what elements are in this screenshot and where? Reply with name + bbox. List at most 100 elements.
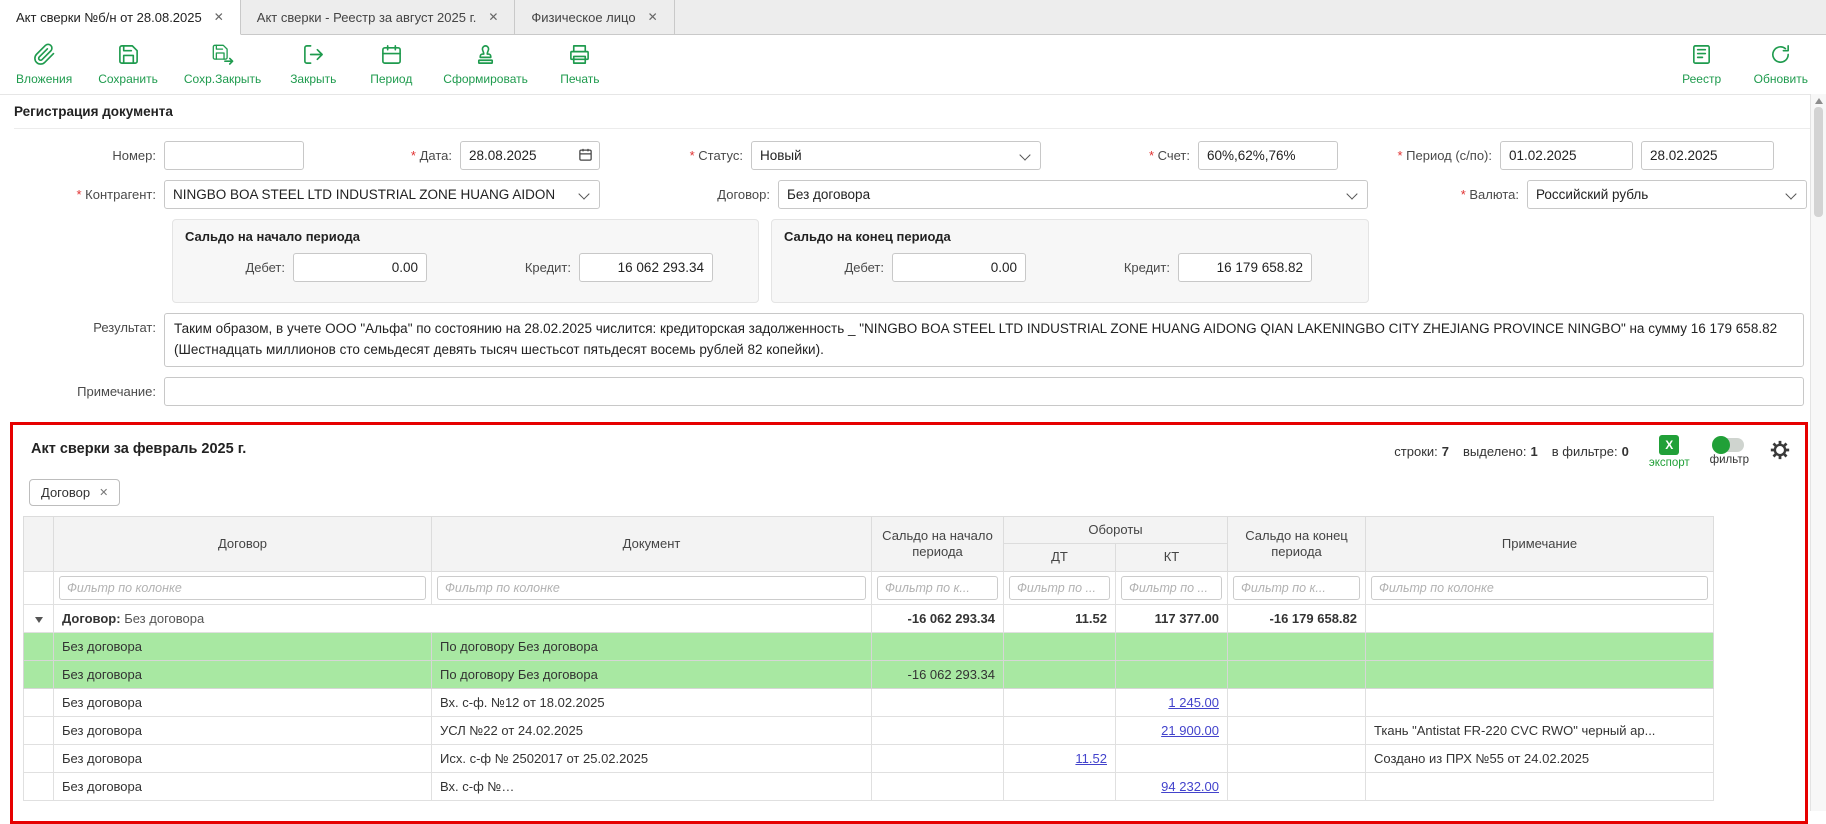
filter-input-kt[interactable] <box>1121 576 1222 600</box>
table-row[interactable]: Без договора УСЛ №22 от 24.02.2025 21 90… <box>24 716 1714 744</box>
expander-cell <box>24 604 54 632</box>
tab-label: Физическое лицо <box>531 10 635 25</box>
tab-fizlico[interactable]: Физическое лицо ✕ <box>515 0 674 34</box>
contract-cell: Без договора <box>54 716 432 744</box>
reconciliation-table: Договор Документ Сальдо на начало период… <box>23 516 1714 801</box>
settings-button[interactable] <box>1769 435 1791 464</box>
column-header-saldo-start[interactable]: Сальдо на начало периода <box>872 517 1004 572</box>
calendar-icon[interactable] <box>578 147 593 165</box>
close-icon[interactable]: ✕ <box>648 10 658 24</box>
gear-icon <box>1769 449 1791 464</box>
result-field[interactable]: Таким образом, в учете ООО "Альфа" по со… <box>164 313 1804 367</box>
group-chip-contract[interactable]: Договор ✕ <box>29 479 120 506</box>
tab-act-sverki[interactable]: Акт сверки №б/н от 28.08.2025 ✕ <box>0 0 241 35</box>
column-header-note[interactable]: Примечание <box>1366 517 1714 572</box>
amount-link[interactable]: 94 232.00 <box>1161 779 1219 794</box>
export-button[interactable]: X экспорт <box>1649 435 1690 469</box>
credit-start-field[interactable] <box>579 253 713 282</box>
contract-select[interactable]: Без договора <box>778 180 1368 209</box>
toggle-knob-icon <box>1712 436 1730 454</box>
saldo-end-cell <box>1228 716 1366 744</box>
table-row[interactable]: Без договора По договору Без договора <box>24 632 1714 660</box>
kt-cell: 21 900.00 <box>1116 716 1228 744</box>
grouping-row: Договор ✕ <box>13 471 1805 516</box>
filter-input-note[interactable] <box>1371 576 1708 600</box>
saldo-end-cell <box>1228 660 1366 688</box>
save-button[interactable]: Сохранить <box>98 43 158 86</box>
excel-export-icon: X <box>1659 435 1679 455</box>
saldo-start-title: Сальдо на начало периода <box>185 229 746 244</box>
collapse-arrow-icon[interactable] <box>35 617 43 623</box>
grid-stats: строки:7 выделено:1 в фильтре:0 <box>1394 435 1629 459</box>
table-row[interactable]: Без договора Вх. с-ф №… 94 232.00 <box>24 772 1714 800</box>
registry-button[interactable]: Реестр <box>1676 43 1728 86</box>
date-field-wrap <box>460 141 600 170</box>
refresh-icon <box>1769 43 1792 69</box>
debit-end-field[interactable] <box>892 253 1026 282</box>
filter-input-document[interactable] <box>437 576 866 600</box>
filter-input-saldo-start[interactable] <box>877 576 998 600</box>
column-header-contract[interactable]: Договор <box>54 517 432 572</box>
counterparty-select[interactable]: NINGBO BOA STEEL LTD INDUSTRIAL ZONE HUA… <box>164 180 600 209</box>
period-to-field[interactable] <box>1641 141 1774 170</box>
filter-cell <box>432 571 872 604</box>
save-close-button[interactable]: Сохр.Закрыть <box>184 43 261 86</box>
saldo-start-cell <box>872 688 1004 716</box>
kt-cell <box>1116 632 1228 660</box>
note-cell <box>1366 772 1714 800</box>
table-row[interactable]: Без договора По договору Без договора -1… <box>24 660 1714 688</box>
scrollbar-thumb[interactable] <box>1814 107 1823 217</box>
period-from-field[interactable] <box>1500 141 1633 170</box>
print-button[interactable]: Печать <box>554 43 606 86</box>
table-row[interactable]: Без договора Исх. с-ф № 2502017 от 25.02… <box>24 744 1714 772</box>
group-dt-cell: 11.52 <box>1004 604 1116 632</box>
grid-header: Акт сверки за февраль 2025 г. строки:7 в… <box>13 425 1805 471</box>
refresh-button[interactable]: Обновить <box>1754 43 1808 86</box>
toolbar: Вложения Сохранить Сохр.Закрыть Закрыть … <box>0 35 1826 95</box>
note-cell <box>1366 632 1714 660</box>
vertical-scrollbar[interactable] <box>1810 94 1826 811</box>
close-icon[interactable]: ✕ <box>488 10 498 24</box>
group-row[interactable]: Договор: Без договора -16 062 293.34 11.… <box>24 604 1714 632</box>
filter-toggle[interactable] <box>1714 438 1744 452</box>
close-icon[interactable]: ✕ <box>99 486 108 499</box>
column-header-document[interactable]: Документ <box>432 517 872 572</box>
export-label: экспорт <box>1649 457 1690 469</box>
period-button[interactable]: Период <box>365 43 417 86</box>
credit-end-field[interactable] <box>1178 253 1312 282</box>
amount-link[interactable]: 11.52 <box>1075 751 1107 766</box>
generate-button[interactable]: Сформировать <box>443 43 528 86</box>
chevron-down-icon <box>1346 188 1357 199</box>
table-row[interactable]: Без договора Вх. с-ф. №12 от 18.02.2025 … <box>24 688 1714 716</box>
filter-input-dt[interactable] <box>1009 576 1110 600</box>
amount-link[interactable]: 1 245.00 <box>1168 695 1219 710</box>
account-field[interactable] <box>1198 141 1338 170</box>
column-header-saldo-end[interactable]: Сальдо на конец периода <box>1228 517 1366 572</box>
saldo-end-box: Сальдо на конец периода Дебет: Кредит: <box>771 219 1369 303</box>
column-header-kt[interactable]: КТ <box>1116 544 1228 571</box>
contract-cell: Без договора <box>54 660 432 688</box>
filter-input-contract[interactable] <box>59 576 426 600</box>
column-header-dt[interactable]: ДТ <box>1004 544 1116 571</box>
filter-cell <box>1004 571 1116 604</box>
filter-cell-empty <box>24 571 54 604</box>
note-field[interactable] <box>164 377 1804 406</box>
attachments-button[interactable]: Вложения <box>16 43 72 86</box>
amount-link[interactable]: 21 900.00 <box>1161 723 1219 738</box>
currency-select[interactable]: Российский рубль <box>1527 180 1807 209</box>
status-select[interactable]: Новый <box>751 141 1041 170</box>
button-label: Обновить <box>1754 72 1808 86</box>
tab-bar: Акт сверки №б/н от 28.08.2025 ✕ Акт свер… <box>0 0 1826 35</box>
saldo-end-cell <box>1228 688 1366 716</box>
tab-reestr[interactable]: Акт сверки - Реестр за август 2025 г. ✕ <box>241 0 516 34</box>
close-icon[interactable]: ✕ <box>214 10 224 24</box>
chevron-down-icon <box>1019 149 1030 160</box>
group-saldo-end-cell: -16 179 658.82 <box>1228 604 1366 632</box>
scroll-up-arrow-icon[interactable] <box>1815 98 1823 104</box>
debit-start-field[interactable] <box>293 253 427 282</box>
kt-cell <box>1116 744 1228 772</box>
number-field[interactable] <box>164 141 304 170</box>
close-button[interactable]: Закрыть <box>287 43 339 86</box>
group-note-cell <box>1366 604 1714 632</box>
filter-input-saldo-end[interactable] <box>1233 576 1360 600</box>
